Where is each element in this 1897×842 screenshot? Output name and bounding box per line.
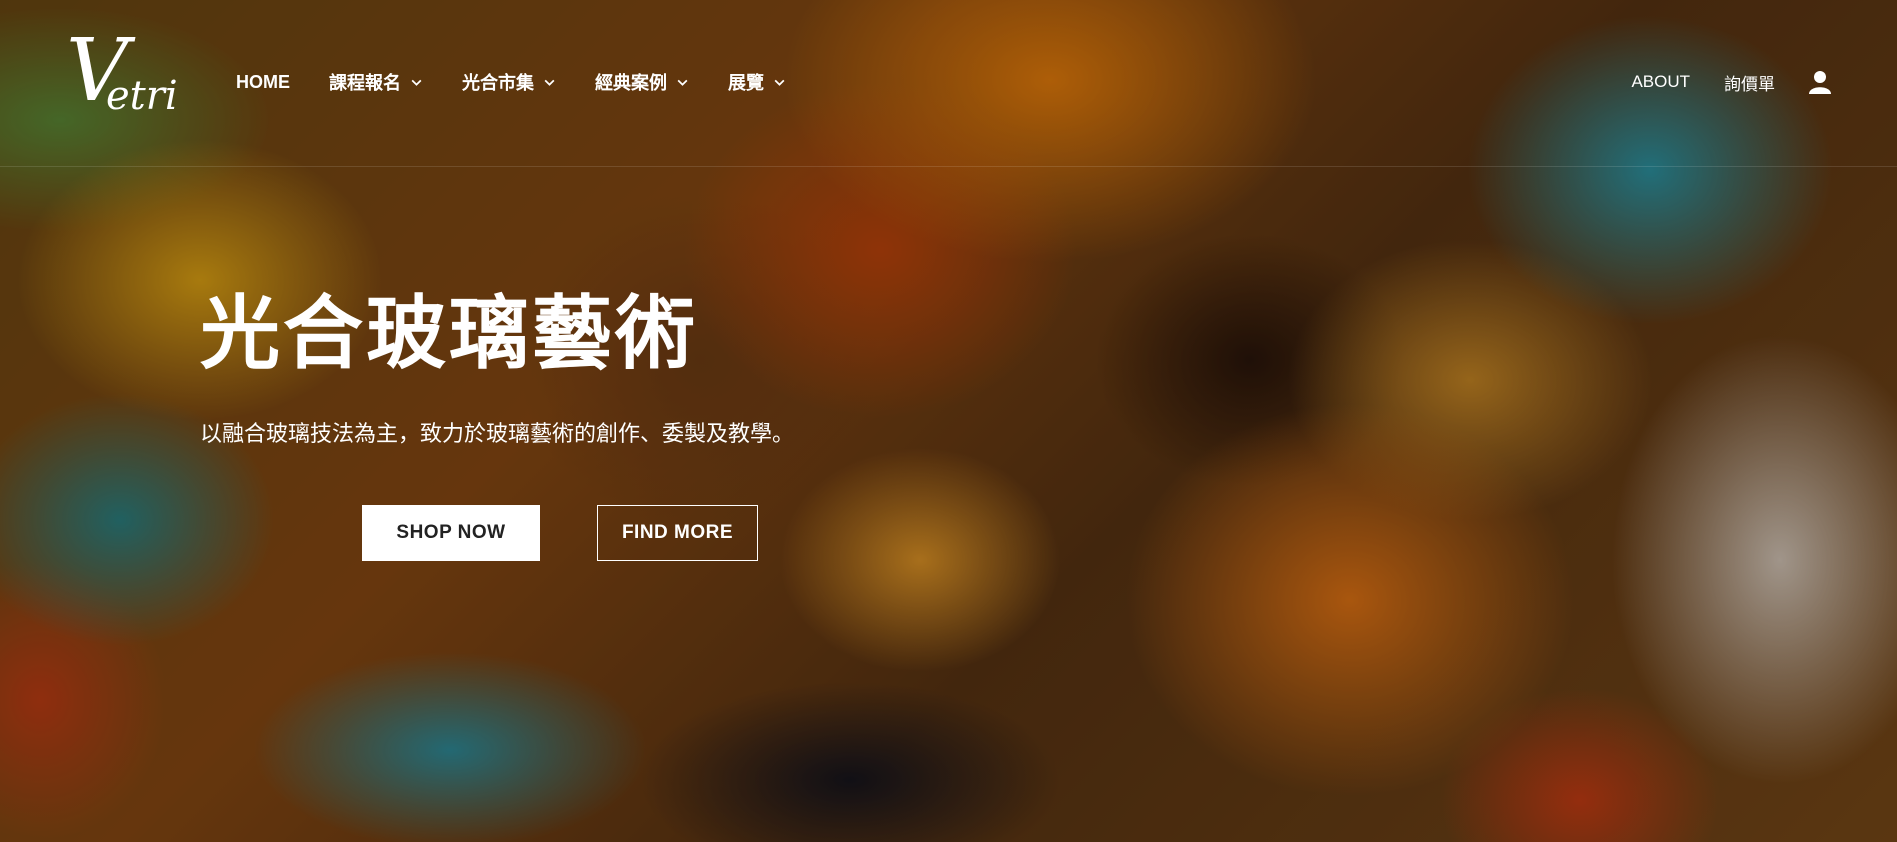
nav-item-label: HOME	[236, 71, 290, 92]
quote-list-link[interactable]: 詢價單	[1724, 70, 1775, 95]
nav-item-home[interactable]: HOME	[236, 70, 290, 94]
utility-nav: ABOUT 詢價單	[1631, 70, 1831, 94]
nav-item-label: 展覽	[728, 73, 764, 93]
hero-title: 光合玻璃藝術	[200, 287, 698, 380]
nav-item-exhibition[interactable]: 展覽	[728, 70, 786, 94]
find-more-button[interactable]: FIND MORE	[597, 505, 758, 561]
chevron-down-icon	[774, 79, 785, 86]
chevron-down-icon	[544, 79, 555, 86]
nav-item-market[interactable]: 光合市集	[462, 70, 556, 94]
nav-item-label: 光合市集	[462, 73, 534, 93]
chevron-down-icon	[677, 79, 688, 86]
about-link[interactable]: ABOUT	[1631, 72, 1690, 92]
user-icon[interactable]	[1809, 70, 1831, 94]
hero-subtitle: 以融合玻璃技法為主，致力於玻璃藝術的創作、委製及教學。	[200, 422, 795, 447]
nav-item-courses[interactable]: 課程報名	[329, 70, 423, 94]
vetri-logo[interactable]: V etri	[66, 28, 178, 132]
nav-item-cases[interactable]: 經典案例	[595, 70, 689, 94]
chevron-down-icon	[411, 79, 422, 86]
nav-item-label: 課程報名	[329, 73, 401, 93]
logo-rest: etri	[106, 73, 178, 119]
shop-now-button[interactable]: SHOP NOW	[362, 505, 540, 561]
top-navbar: V etri HOME 課程報名 光合市集 經典案例 展覽 ABOUT 詢價單	[0, 0, 1897, 167]
main-nav: HOME 課程報名 光合市集 經典案例 展覽	[236, 70, 825, 94]
nav-item-label: 經典案例	[595, 73, 667, 93]
